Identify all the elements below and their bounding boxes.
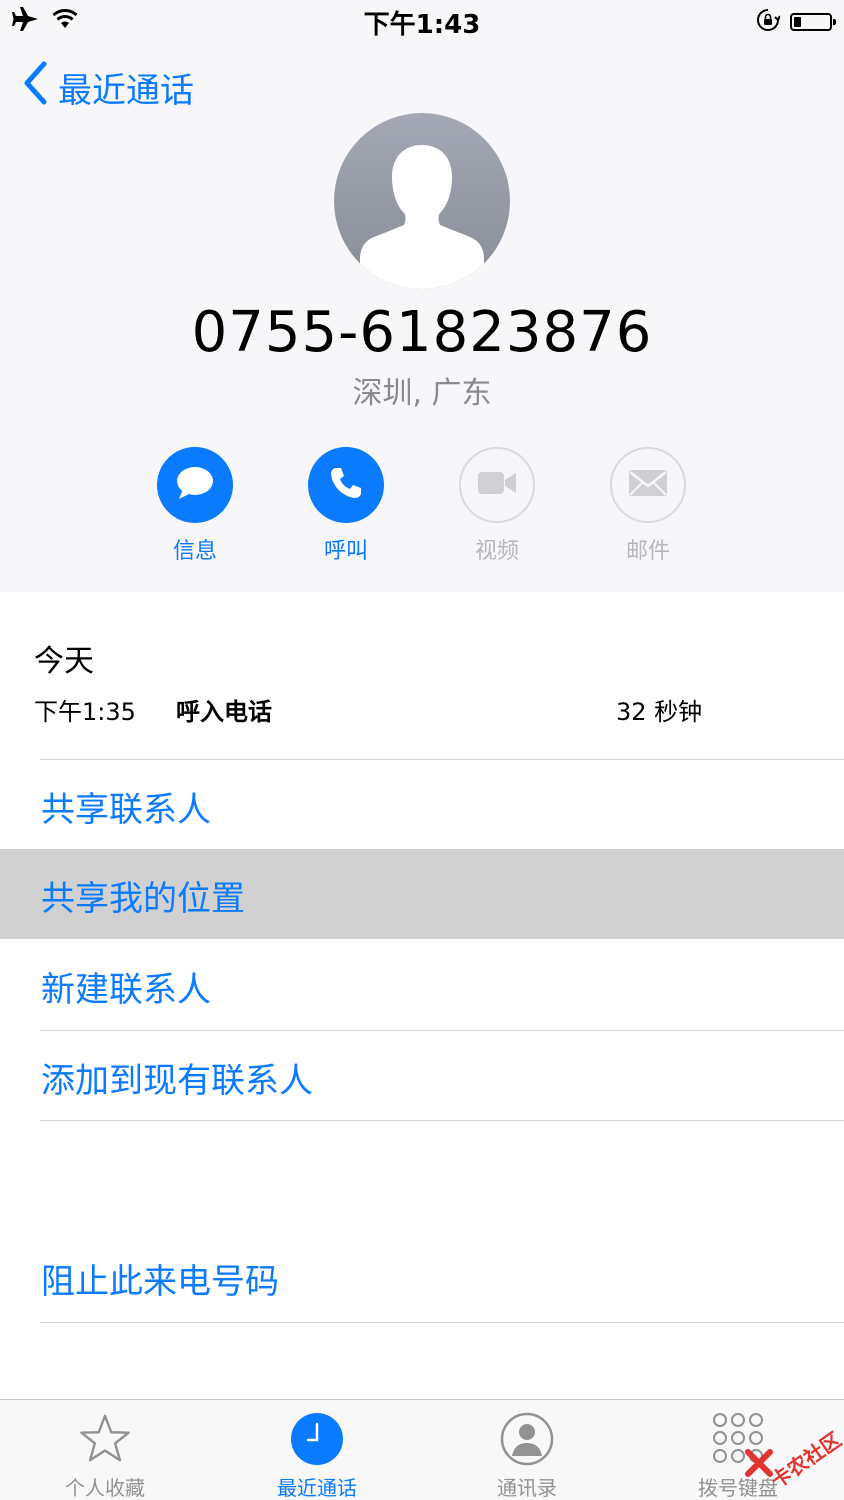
caller-location: 深圳, 广东 (352, 376, 492, 411)
message-icon (175, 465, 215, 505)
tab-favorites[interactable]: 个人收藏 (25, 1412, 185, 1500)
orientation-lock-icon (756, 8, 781, 36)
divider (40, 1322, 844, 1323)
battery-level (794, 17, 801, 27)
status-right (756, 8, 836, 36)
phone-number: 0755-61823876 (191, 300, 653, 365)
share-contact-button[interactable]: 共享联系人 (0, 760, 844, 850)
tab-recents[interactable]: 最近通话 (237, 1412, 397, 1500)
call-button-label: 呼叫 (323, 539, 368, 564)
divider (40, 1120, 844, 1121)
video-button-label: 视频 (474, 539, 519, 564)
new-contact-button[interactable]: 新建联系人 (0, 940, 844, 1030)
battery-icon (790, 13, 836, 31)
share-contact-label: 共享联系人 (41, 790, 211, 830)
history-day-heading: 今天 (34, 644, 94, 679)
add-to-existing-label: 添加到现有联系人 (41, 1061, 313, 1101)
block-caller-button[interactable]: 阻止此来电号码 (0, 1232, 844, 1322)
tab-favorites-label: 个人收藏 (65, 1476, 145, 1500)
back-label: 最近通话 (58, 70, 194, 111)
mail-button-label: 邮件 (625, 539, 670, 564)
call-button-circle (308, 447, 384, 523)
contact-avatar (334, 113, 510, 289)
back-button[interactable]: 最近通话 (22, 61, 194, 114)
share-location-button[interactable]: 共享我的位置 (0, 849, 844, 939)
person-silhouette-icon (360, 145, 484, 289)
block-caller-label: 阻止此来电号码 (41, 1262, 279, 1302)
video-icon (477, 470, 517, 500)
tab-contacts-label: 通讯录 (497, 1476, 557, 1500)
battery-tip (833, 19, 836, 25)
phone-icon (328, 465, 364, 505)
clock-icon (290, 1412, 344, 1466)
tab-recents-label: 最近通话 (277, 1476, 357, 1500)
call-button[interactable]: 呼叫 (291, 447, 401, 565)
tab-contacts[interactable]: 通讯录 (447, 1412, 607, 1500)
call-history-row: 下午1:35 呼入电话 32 秒钟 (34, 692, 734, 726)
add-to-existing-contact-button[interactable]: 添加到现有联系人 (0, 1031, 844, 1121)
contact-header: 下午1:43 最近通话 0755-61823876 深圳, 广东 信息 呼叫 视… (0, 0, 844, 592)
call-time: 下午1:35 (34, 698, 136, 726)
chevron-left-icon (22, 61, 48, 114)
video-button-circle (459, 447, 535, 523)
mail-icon (628, 469, 668, 501)
new-contact-label: 新建联系人 (41, 970, 211, 1010)
video-button[interactable]: 视频 (442, 447, 552, 565)
status-bar: 下午1:43 (0, 0, 844, 42)
share-location-label: 共享我的位置 (41, 879, 245, 919)
message-button-circle (157, 447, 233, 523)
message-button[interactable]: 信息 (140, 447, 250, 565)
phone-screen: 下午1:43 最近通话 0755-61823876 深圳, 广东 信息 呼叫 视… (0, 0, 844, 1500)
message-button-label: 信息 (172, 539, 217, 564)
tab-bar: 个人收藏 最近通话 通讯录 拨号键盘 (0, 1399, 844, 1500)
contacts-icon (500, 1412, 554, 1466)
status-time: 下午1:43 (363, 10, 481, 40)
mail-button-circle (610, 447, 686, 523)
call-type: 呼入电话 (176, 698, 272, 726)
action-buttons: 信息 呼叫 视频 邮件 (0, 447, 844, 567)
star-icon (78, 1412, 132, 1466)
mail-button[interactable]: 邮件 (593, 447, 703, 565)
call-duration: 32 秒钟 (616, 698, 703, 726)
